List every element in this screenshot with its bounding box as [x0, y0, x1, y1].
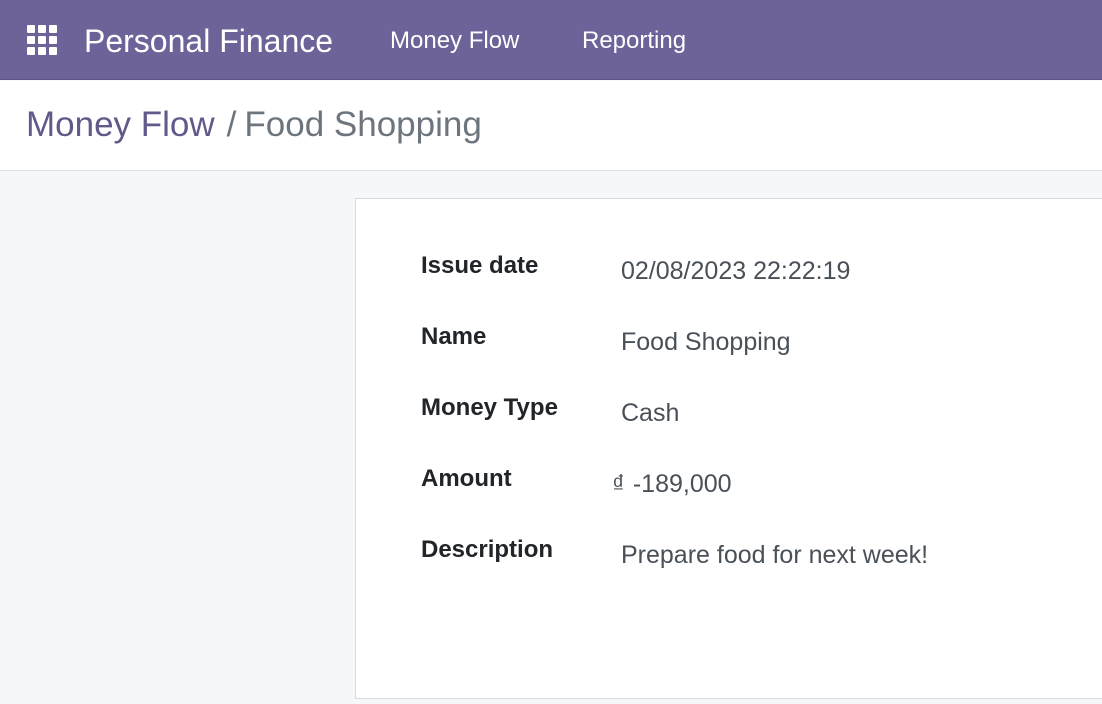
name-label: Name — [421, 323, 487, 350]
issue-date-label: Issue date — [421, 252, 539, 279]
apps-grid-icon — [27, 25, 57, 55]
description-value[interactable]: Prepare food for next week! — [621, 539, 928, 571]
apps-menu-button[interactable] — [24, 22, 60, 58]
description-label: Description — [421, 536, 554, 563]
top-navbar: Personal Finance Money Flow Reporting — [0, 0, 1102, 80]
breadcrumb: Money Flow / Food Shopping — [26, 103, 482, 147]
issue-date-value[interactable]: 02/08/2023 22:22:19 — [621, 255, 850, 287]
amount-value: -189,000 — [632, 470, 732, 498]
money-type-value[interactable]: Cash — [621, 397, 679, 429]
name-value[interactable]: Food Shopping — [621, 326, 791, 358]
app-brand-title[interactable]: Personal Finance — [84, 22, 333, 60]
menu-item-reporting[interactable]: Reporting — [582, 26, 686, 56]
menu-item-money-flow[interactable]: Money Flow — [390, 26, 519, 56]
breadcrumb-current: Food Shopping — [244, 105, 482, 144]
amount-field[interactable]: ₫ -189,000 — [612, 468, 732, 500]
currency-symbol: ₫ — [612, 470, 625, 498]
amount-label: Amount — [421, 465, 512, 492]
breadcrumb-separator: / — [226, 105, 237, 144]
control-panel: Money Flow / Food Shopping — [0, 81, 1102, 171]
money-type-label: Money Type — [421, 394, 558, 421]
breadcrumb-parent-link[interactable]: Money Flow — [26, 105, 215, 144]
form-sheet: Issue date 02/08/2023 22:22:19 Name Food… — [355, 198, 1102, 699]
